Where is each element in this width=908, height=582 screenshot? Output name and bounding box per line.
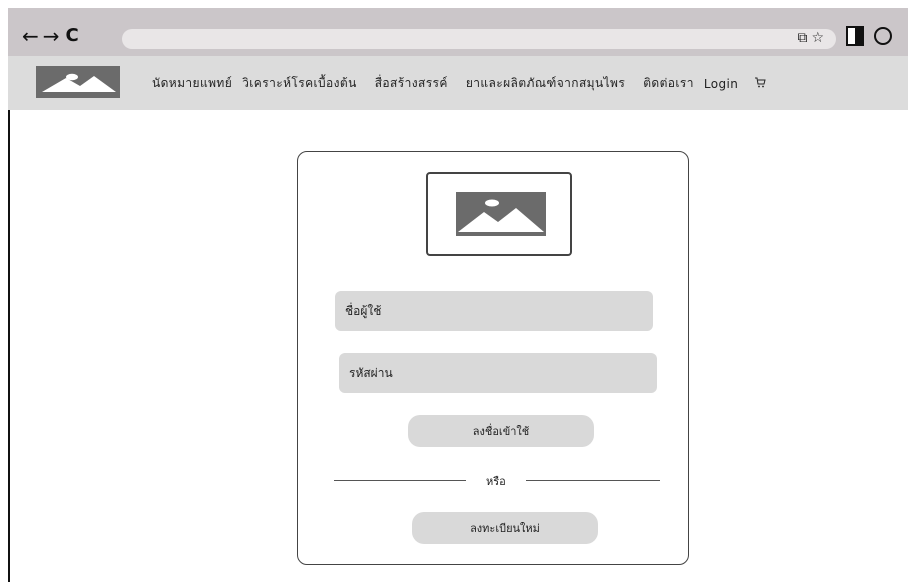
divider-left [334, 480, 466, 481]
nav-login[interactable]: Login [704, 77, 738, 91]
cart-glyph-icon [755, 77, 766, 87]
browser-actions: ⋮ [846, 26, 908, 46]
address-bar[interactable]: ⧉ ☆ [122, 29, 836, 49]
star-icon[interactable]: ☆ [811, 30, 824, 46]
nav-appointment[interactable]: นัดหมายแพทย์ [152, 74, 232, 93]
or-text: หรือ [486, 475, 506, 488]
sidebar-toggle-icon[interactable] [846, 26, 864, 46]
logo-image-placeholder[interactable] [36, 66, 120, 98]
browser-nav: ← → C [22, 26, 79, 47]
site-header: นัดหมายแพทย์ วิเคราะห์โรคเบื้องต้น สื่อส… [8, 56, 908, 110]
nav-disease-analysis[interactable]: วิเคราะห์โรคเบื้องต้น [242, 74, 357, 93]
share-icon[interactable]: ⧉ [797, 30, 807, 46]
mountain-image-icon [36, 66, 120, 98]
divider-right [526, 480, 660, 481]
forward-arrow-icon[interactable]: → [43, 26, 60, 46]
back-arrow-icon[interactable]: ← [22, 26, 39, 46]
login-card: ลงชื่อเข้าใช้ หรือ ลงทะเบียนใหม่ [297, 151, 689, 565]
profile-icon[interactable] [874, 27, 892, 45]
mountain-image-icon [456, 192, 546, 236]
browser-toolbar: ← → C ⧉ ☆ ⋮ [8, 8, 908, 56]
menu-kebab-icon[interactable]: ⋮ [902, 27, 908, 45]
address-bar-icons: ⧉ ☆ [797, 30, 824, 46]
main-menu: นัดหมายแพทย์ วิเคราะห์โรคเบื้องต้น สื่อส… [152, 74, 766, 93]
register-button[interactable]: ลงทะเบียนใหม่ [412, 512, 598, 544]
card-image-placeholder [426, 172, 572, 256]
reload-icon[interactable]: C [66, 26, 79, 46]
nav-creative-media[interactable]: สื่อสร้างสรรค์ [375, 74, 448, 93]
username-input[interactable] [335, 291, 653, 331]
password-input[interactable] [339, 353, 657, 393]
login-button[interactable]: ลงชื่อเข้าใช้ [408, 415, 594, 447]
nav-contact[interactable]: ติดต่อเรา [643, 74, 694, 93]
cart-icon[interactable] [754, 76, 766, 92]
nav-herbal-products[interactable]: ยาและผลิตภัณฑ์จากสมุนไพร [466, 74, 625, 93]
